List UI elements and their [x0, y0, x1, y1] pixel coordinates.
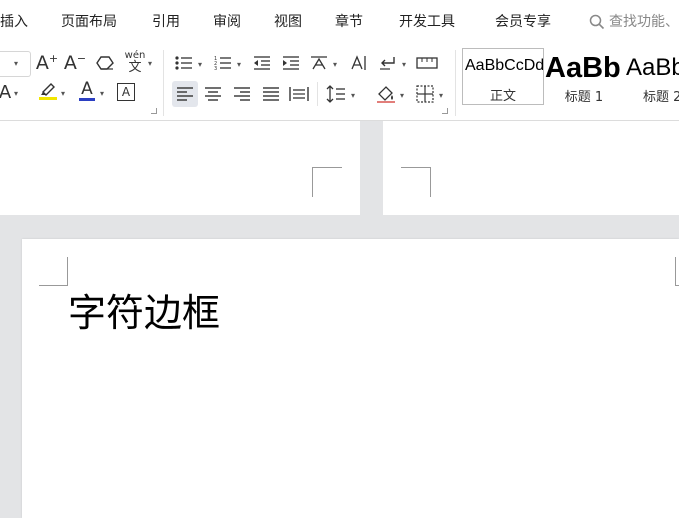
ribbon-toolbar: ▾ A + A − wén 文 ▾ A ▾ ▾ A ▾ A ▾ 123 ▾ ▾ …	[0, 44, 679, 121]
divider	[317, 82, 318, 106]
search-icon	[589, 14, 605, 30]
paragraph-dialog-launcher[interactable]	[442, 108, 448, 114]
margin-corner-mark	[312, 167, 342, 197]
chinese-layout-icon[interactable]	[308, 52, 330, 74]
svg-text:3: 3	[214, 66, 217, 71]
menu-references[interactable]: 引用	[152, 13, 180, 31]
style-sample: AaBb	[545, 52, 621, 84]
font-size-select[interactable]: ▾	[0, 51, 31, 77]
bullet-list-icon[interactable]	[173, 52, 195, 74]
shrink-font-icon[interactable]: A −	[64, 52, 86, 74]
search-placeholder: 查找功能、	[609, 14, 679, 30]
borders-icon[interactable]	[414, 83, 436, 105]
current-page[interactable]	[22, 239, 679, 518]
line-break-icon[interactable]	[377, 52, 399, 74]
chevron-down-icon[interactable]: ▾	[100, 90, 104, 98]
font-color-icon[interactable]: A	[76, 80, 98, 102]
margin-corner-mark	[39, 257, 68, 286]
style-normal[interactable]: AaBbCcDd 正文	[462, 48, 544, 105]
previous-page-right	[383, 121, 679, 215]
text-direction-icon[interactable]	[348, 52, 370, 74]
style-heading-2[interactable]: AaBb 标题 2	[626, 49, 679, 105]
style-sample: AaBbCcDd	[465, 57, 544, 74]
style-name: 标题 1	[564, 90, 604, 105]
menu-review[interactable]: 审阅	[213, 13, 241, 31]
highlight-icon[interactable]	[37, 80, 59, 102]
decrease-indent-icon[interactable]	[251, 52, 273, 74]
chevron-down-icon[interactable]: ▾	[333, 61, 337, 69]
menu-page-layout[interactable]: 页面布局	[61, 13, 117, 31]
numbered-list-icon[interactable]: 123	[212, 52, 234, 74]
margin-corner-mark	[401, 167, 431, 197]
align-center-icon[interactable]	[202, 83, 224, 105]
divider	[163, 50, 164, 116]
chevron-down-icon[interactable]: ▾	[148, 60, 152, 68]
align-right-icon[interactable]	[231, 83, 253, 105]
margin-corner-mark	[675, 257, 679, 286]
clear-format-icon[interactable]	[94, 52, 116, 74]
chevron-down-icon[interactable]: ▾	[351, 92, 355, 100]
chevron-down-icon[interactable]: ▾	[198, 61, 202, 69]
menu-member[interactable]: 会员专享	[495, 13, 551, 31]
chevron-down-icon[interactable]: ▾	[61, 90, 65, 98]
chevron-down-icon[interactable]: ▾	[237, 61, 241, 69]
chevron-down-icon[interactable]: ▾	[439, 92, 443, 100]
style-sample: AaBb	[626, 54, 679, 81]
style-name: 正文	[489, 89, 516, 104]
chevron-down-icon[interactable]: ▾	[400, 92, 404, 100]
menu-developer-tools[interactable]: 开发工具	[399, 13, 455, 31]
document-body-text[interactable]: 字符边框	[68, 291, 220, 335]
grow-font-icon[interactable]: A +	[36, 52, 58, 74]
chevron-down-icon: ▾	[14, 59, 19, 68]
justify-icon[interactable]	[260, 83, 282, 105]
previous-page-left	[0, 121, 360, 215]
distributed-align-icon[interactable]	[288, 83, 310, 105]
style-name: 标题 2	[643, 90, 679, 105]
menu-bar: 插入 页面布局 引用 审阅 视图 章节 开发工具 会员专享 查找功能、	[0, 0, 679, 44]
divider	[455, 50, 456, 116]
tab-ruler-icon[interactable]	[416, 52, 438, 74]
font-dialog-launcher[interactable]	[151, 108, 157, 114]
style-heading-1[interactable]: AaBb 标题 1	[545, 49, 623, 105]
menu-view[interactable]: 视图	[274, 13, 302, 31]
menu-insert[interactable]: 插入	[0, 13, 28, 31]
increase-indent-icon[interactable]	[280, 52, 302, 74]
chevron-down-icon[interactable]: ▾	[14, 90, 18, 98]
char-border-icon[interactable]: A	[115, 81, 137, 103]
shading-icon[interactable]	[375, 83, 397, 105]
pinyin-guide-icon[interactable]: wén 文	[122, 50, 148, 74]
menu-chapter[interactable]: 章节	[335, 13, 363, 31]
line-spacing-icon[interactable]	[325, 83, 347, 105]
chevron-down-icon[interactable]: ▾	[402, 61, 406, 69]
align-left-icon[interactable]	[172, 81, 198, 107]
